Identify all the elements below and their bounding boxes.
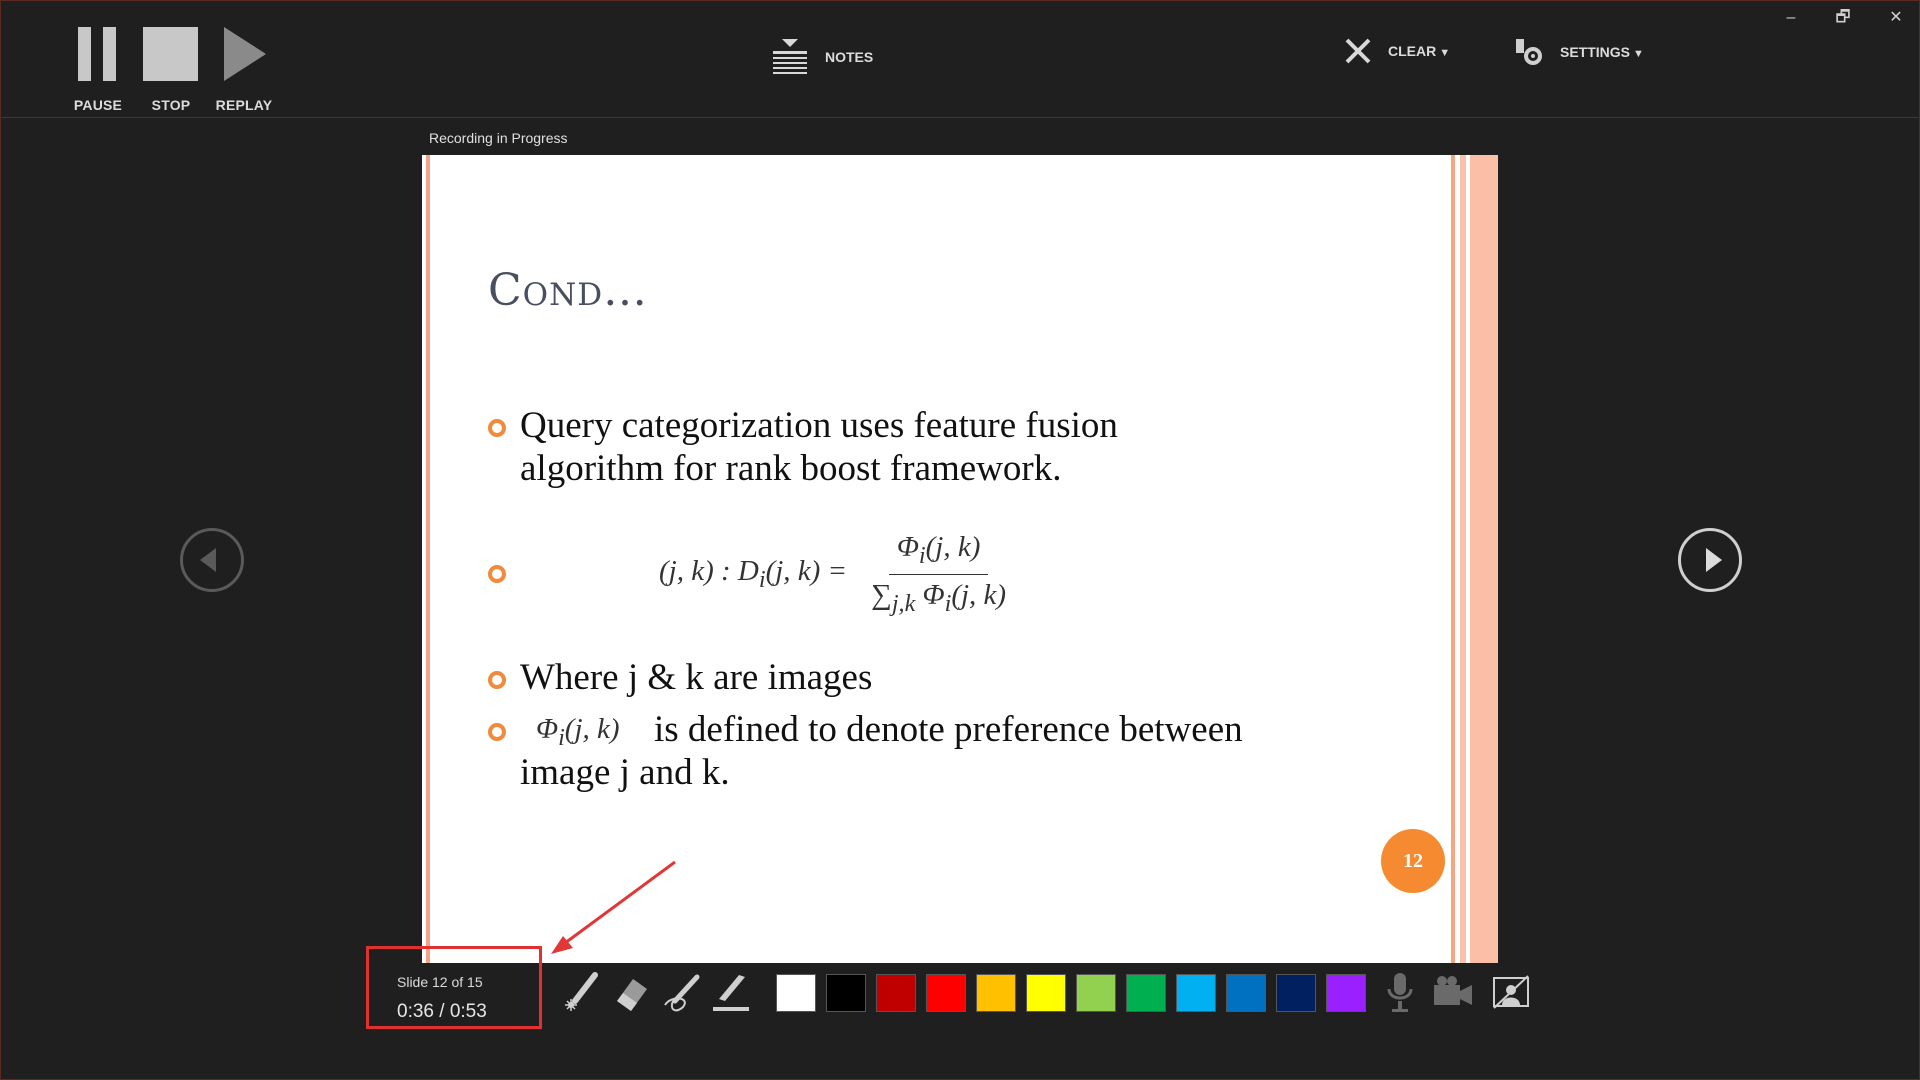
stop-label: STOP <box>151 97 191 113</box>
chevron-left-icon <box>200 548 216 572</box>
notes-label: NOTES <box>825 49 874 65</box>
stop-button[interactable]: STOP <box>131 27 211 113</box>
clear-button[interactable]: CLEAR ▼ <box>1344 37 1450 65</box>
top-toolbar: PAUSE STOP REPLAY NOTES CLEAR ▼ SETTINGS… <box>1 1 1919 118</box>
presenter-window: PAUSE STOP REPLAY NOTES CLEAR ▼ SETTINGS… <box>0 0 1920 1080</box>
bullet-icon <box>488 565 508 585</box>
slide-right-stripe <box>1448 155 1498 963</box>
close-button[interactable]: ✕ <box>1881 7 1911 29</box>
color-swatch-dark-red[interactable] <box>876 974 916 1012</box>
color-swatch-black[interactable] <box>826 974 866 1012</box>
pen-icon[interactable] <box>661 971 701 1015</box>
media-toggles <box>1386 971 1530 1013</box>
microphone-icon[interactable] <box>1386 971 1414 1013</box>
gear-icon <box>1516 39 1542 65</box>
color-swatch-light-blue[interactable] <box>1176 974 1216 1012</box>
bullet-text: Where j & k are images <box>520 657 873 698</box>
slide-page-number: 12 <box>1381 829 1445 893</box>
bullet-text: Query categorization uses feature fusion… <box>520 405 1118 489</box>
color-swatch-red[interactable] <box>926 974 966 1012</box>
eraser-icon[interactable] <box>611 971 651 1015</box>
color-swatch-light-green[interactable] <box>1076 974 1116 1012</box>
slide-counter: Slide 12 of 15 <box>397 974 483 990</box>
pause-button[interactable]: PAUSE <box>58 27 138 113</box>
stop-icon <box>131 27 211 87</box>
annotation-arrow <box>551 860 676 954</box>
highlighter-icon[interactable] <box>711 971 751 1015</box>
restore-button[interactable]: 🗗 <box>1828 7 1858 29</box>
settings-button[interactable]: SETTINGS ▼ <box>1514 37 1644 67</box>
bullet-icon <box>488 671 508 691</box>
color-swatch-orange[interactable] <box>976 974 1016 1012</box>
play-icon <box>204 27 284 87</box>
replay-label: REPLAY <box>215 97 273 113</box>
color-swatch-yellow[interactable] <box>1026 974 1066 1012</box>
slide-canvas: Cond… Query categorization uses feature … <box>422 155 1498 963</box>
color-swatch-blue[interactable] <box>1226 974 1266 1012</box>
replay-button[interactable]: REPLAY <box>204 27 284 113</box>
recording-status: Recording in Progress <box>429 130 568 146</box>
laser-pointer-icon[interactable] <box>561 971 601 1015</box>
chevron-right-icon <box>1706 548 1722 572</box>
recording-time: 0:36 / 0:53 <box>397 1001 487 1022</box>
color-swatch-purple[interactable] <box>1326 974 1366 1012</box>
next-slide-button[interactable] <box>1678 528 1742 592</box>
bullet-icon <box>488 419 508 439</box>
math-formula: (j, k) : Di(j, k) = Φi(j, k) ∑j,k Φi(j, … <box>659 531 1007 617</box>
ink-tools <box>561 971 751 1015</box>
camera-preview-off-icon[interactable] <box>1492 975 1530 1009</box>
slide-status-box: Slide 12 of 15 0:36 / 0:53 <box>366 946 542 1029</box>
clear-label: CLEAR ▼ <box>1388 43 1451 59</box>
bullet-text: is defined to denote preference between … <box>520 709 1243 793</box>
bullet-icon <box>488 723 508 743</box>
camera-icon[interactable] <box>1432 975 1474 1009</box>
notes-button[interactable]: NOTES <box>771 37 873 77</box>
pause-label: PAUSE <box>73 97 123 113</box>
color-swatch-dark-blue[interactable] <box>1276 974 1316 1012</box>
pause-icon <box>58 27 138 87</box>
clear-x-icon <box>1345 38 1371 64</box>
slide-left-stripe <box>422 155 436 963</box>
ink-color-palette <box>776 974 1366 1012</box>
minimize-button[interactable]: – <box>1776 7 1806 29</box>
previous-slide-button[interactable] <box>180 528 244 592</box>
settings-label: SETTINGS ▼ <box>1560 44 1644 60</box>
color-swatch-green[interactable] <box>1126 974 1166 1012</box>
notes-icon <box>773 39 807 74</box>
slide-title: Cond… <box>488 265 649 316</box>
color-swatch-white[interactable] <box>776 974 816 1012</box>
